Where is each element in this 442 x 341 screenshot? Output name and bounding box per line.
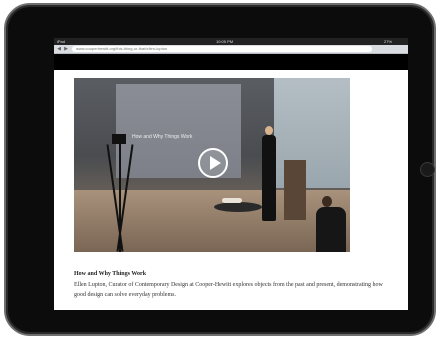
home-button[interactable] xyxy=(420,162,435,177)
battery-label: 27% xyxy=(384,39,393,44)
browser-toolbar: ◀ ▶ www.cooperhewitt.org/this-thing-or-t… xyxy=(54,45,408,54)
slide-text: How and Why Things Work xyxy=(132,134,193,140)
url-field[interactable]: www.cooperhewitt.org/this-thing-or-that/… xyxy=(72,46,372,52)
carrier-label: iPad xyxy=(57,39,66,44)
presenter xyxy=(260,126,278,222)
status-bar: iPad 10:05 PM 27% xyxy=(54,38,408,45)
display-object xyxy=(222,198,242,203)
play-button[interactable] xyxy=(198,148,228,178)
video-title: How and Why Things Work xyxy=(74,271,147,277)
podium xyxy=(284,160,306,220)
back-arrow-icon[interactable]: ◀ xyxy=(56,46,62,52)
camera-tripod xyxy=(106,118,134,252)
video-description: Ellen Lupton, Curator of Contemporary De… xyxy=(74,282,383,298)
display-table xyxy=(214,202,262,212)
site-header-band xyxy=(54,54,408,70)
play-icon xyxy=(210,156,221,170)
audience-member xyxy=(314,196,348,252)
video-player[interactable]: How and Why Things Work xyxy=(74,78,350,252)
forward-arrow-icon[interactable]: ▶ xyxy=(63,46,69,52)
ipad-device: iPad 10:05 PM 27% ◀ ▶ www.cooperhewitt.o… xyxy=(4,3,436,336)
clock: 10:05 PM xyxy=(216,39,234,44)
screen: iPad 10:05 PM 27% ◀ ▶ www.cooperhewitt.o… xyxy=(54,38,408,310)
